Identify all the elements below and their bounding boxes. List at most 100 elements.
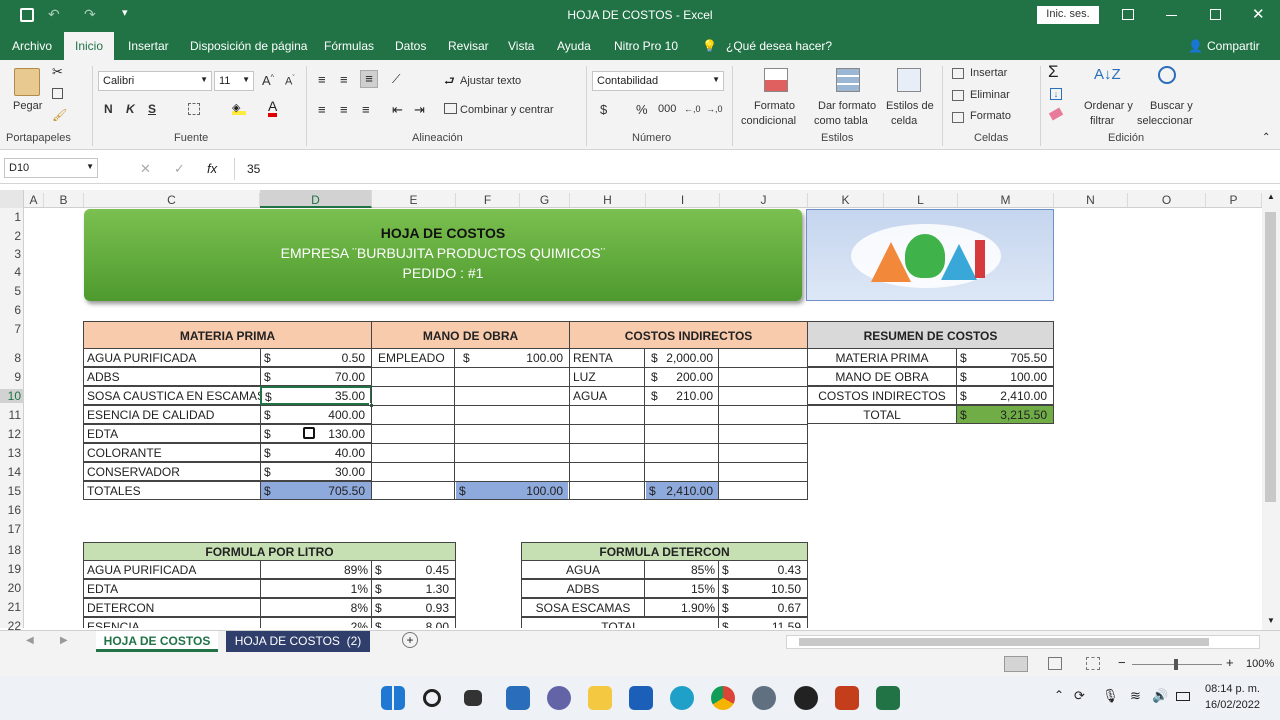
row-header-12[interactable]: 12 xyxy=(0,427,24,441)
menu-insertar[interactable]: Insertar xyxy=(128,39,169,53)
vertical-scroll-thumb[interactable] xyxy=(1265,212,1276,502)
resumen-amount-2[interactable]: 100.00 xyxy=(974,368,1050,387)
delete-cells-button[interactable]: Eliminar xyxy=(970,89,1010,101)
row-header-16[interactable]: 16 xyxy=(0,503,24,517)
select-all-corner[interactable] xyxy=(0,190,24,208)
menu-revisar[interactable]: Revisar xyxy=(448,39,489,53)
minimize-icon[interactable] xyxy=(1166,15,1177,16)
fl-item-4[interactable]: ESENCIA xyxy=(83,617,261,628)
fd-pct-3[interactable]: 1.90% xyxy=(644,598,719,617)
row-header-18[interactable]: 18 xyxy=(0,543,24,557)
row-header-21[interactable]: 21 xyxy=(0,600,24,614)
sheet-tab-2[interactable]: HOJA DE COSTOS (2) xyxy=(226,631,370,652)
resumen-item-3[interactable]: COSTOS INDIRECTOS xyxy=(807,386,957,405)
column-header-j[interactable]: J xyxy=(720,193,808,207)
format-painter-icon[interactable]: 🖌 xyxy=(52,108,67,122)
borders-icon[interactable] xyxy=(188,103,200,115)
fl-pct-1[interactable]: 89% xyxy=(260,560,372,579)
row-header-15[interactable]: 15 xyxy=(0,484,24,498)
fd-item-4[interactable]: TOTAL xyxy=(521,617,719,628)
find-select-icon[interactable] xyxy=(1158,66,1176,84)
ci-total[interactable]: 2,410.00 xyxy=(658,482,716,501)
row-header-20[interactable]: 20 xyxy=(0,581,24,595)
zoom-out-icon[interactable]: − xyxy=(1118,655,1126,670)
fl-pct-2[interactable]: 1% xyxy=(260,579,372,598)
column-header-l[interactable]: L xyxy=(884,193,958,207)
powerpoint-icon[interactable] xyxy=(835,686,859,710)
mp-total-label[interactable]: TOTALES xyxy=(83,481,261,500)
row-header-8[interactable]: 8 xyxy=(0,351,24,365)
sync-icon[interactable]: ⟳ xyxy=(1074,688,1085,704)
column-header-n[interactable]: N xyxy=(1054,193,1128,207)
increase-decimal-icon[interactable]: ←,0 xyxy=(684,104,701,114)
conditional-format-label-1[interactable]: Formato xyxy=(754,100,795,112)
resumen-item-2[interactable]: MANO DE OBRA xyxy=(807,367,957,386)
cut-icon[interactable]: ✂ xyxy=(52,64,63,80)
column-header-e[interactable]: E xyxy=(372,193,456,207)
column-header-d[interactable]: D xyxy=(260,190,372,208)
ci-item-3[interactable]: AGUA xyxy=(570,387,642,406)
column-header-p[interactable]: P xyxy=(1206,193,1262,207)
percent-button[interactable]: % xyxy=(636,102,648,117)
cell-styles-icon[interactable] xyxy=(897,68,921,92)
fd-pct-1[interactable]: 85% xyxy=(644,560,719,579)
new-sheet-icon[interactable]: + xyxy=(402,632,418,648)
decrease-font-icon[interactable]: Aˇ xyxy=(285,75,295,88)
align-bottom-icon[interactable]: ≡ xyxy=(360,70,378,88)
increase-font-icon[interactable]: A^ xyxy=(262,73,274,88)
decrease-indent-icon[interactable]: ⇤ xyxy=(392,102,403,118)
column-header-m[interactable]: M xyxy=(958,193,1054,207)
horizontal-scrollbar[interactable] xyxy=(786,635,1260,649)
menu-nitro[interactable]: Nitro Pro 10 xyxy=(614,39,678,53)
formula-input[interactable]: 35 xyxy=(234,158,1274,180)
excel-icon[interactable] xyxy=(876,686,900,710)
microphone-icon[interactable]: 🎙 xyxy=(1102,688,1119,704)
resumen-amount-4[interactable]: 3,215.50 xyxy=(974,406,1050,425)
row-header-4[interactable]: 4 xyxy=(0,265,24,279)
paste-button[interactable]: Pegar xyxy=(13,100,42,112)
resumen-item-4[interactable]: TOTAL xyxy=(807,405,957,424)
insert-cells-button[interactable]: Insertar xyxy=(970,67,1007,79)
mp-item-6[interactable]: COLORANTE xyxy=(83,443,261,462)
vertical-scrollbar[interactable]: ▲ ▼ xyxy=(1262,190,1280,630)
font-size-select[interactable]: 11 ▼ xyxy=(214,71,254,91)
row-header-6[interactable]: 6 xyxy=(0,303,24,317)
column-header-i[interactable]: I xyxy=(646,193,720,207)
mo-item[interactable]: EMPLEADO xyxy=(375,349,455,368)
column-header-g[interactable]: G xyxy=(520,193,570,207)
sheet-tab-1[interactable]: HOJA DE COSTOS xyxy=(96,631,218,652)
column-header-h[interactable]: H xyxy=(570,193,646,207)
teams-chat-icon[interactable] xyxy=(547,686,571,710)
undo-icon[interactable]: ↶ xyxy=(48,6,60,23)
fd-amount-3[interactable]: 0.67 xyxy=(736,599,804,618)
widgets-icon[interactable] xyxy=(506,686,530,710)
row-header-1[interactable]: 1 xyxy=(0,210,24,224)
orientation-icon[interactable]: ⟋ xyxy=(392,72,400,87)
cell-styles-label-2[interactable]: celda xyxy=(891,115,917,127)
fd-item-2[interactable]: ADBS xyxy=(521,579,645,598)
sort-filter-label-2[interactable]: filtrar xyxy=(1090,115,1114,127)
volume-icon[interactable]: 🔊 xyxy=(1152,688,1168,704)
mp-amount-5[interactable]: 130.00 xyxy=(284,425,368,444)
mp-item-5[interactable]: EDTA xyxy=(83,424,261,443)
mp-item-1[interactable]: AGUA PURIFICADA xyxy=(83,348,261,367)
fl-amount-1[interactable]: 0.45 xyxy=(388,561,452,580)
normal-view-icon[interactable] xyxy=(1004,656,1028,672)
autosum-icon[interactable]: Σ xyxy=(1048,62,1059,82)
increase-indent-icon[interactable]: ⇥ xyxy=(414,102,425,118)
task-view-icon[interactable] xyxy=(464,690,482,706)
ribbon-display-icon[interactable] xyxy=(1122,9,1134,20)
menu-disposicion[interactable]: Disposición de página xyxy=(190,39,307,53)
mp-amount-3[interactable]: 35.00 xyxy=(284,387,368,406)
menu-ayuda[interactable]: Ayuda xyxy=(557,39,591,53)
clear-icon[interactable] xyxy=(1048,107,1064,121)
windows-start-icon[interactable] xyxy=(381,686,405,710)
menu-archivo[interactable]: Archivo xyxy=(12,39,52,53)
conditional-format-label-2[interactable]: condicional xyxy=(741,115,796,127)
fl-pct-3[interactable]: 8% xyxy=(260,598,372,617)
mp-amount-4[interactable]: 400.00 xyxy=(284,406,368,425)
menu-vista[interactable]: Vista xyxy=(508,39,534,53)
wifi-icon[interactable]: ≋ xyxy=(1130,688,1141,704)
number-format-select[interactable]: Contabilidad ▼ xyxy=(592,71,724,91)
sort-filter-icon[interactable]: A↓Z xyxy=(1094,66,1121,83)
